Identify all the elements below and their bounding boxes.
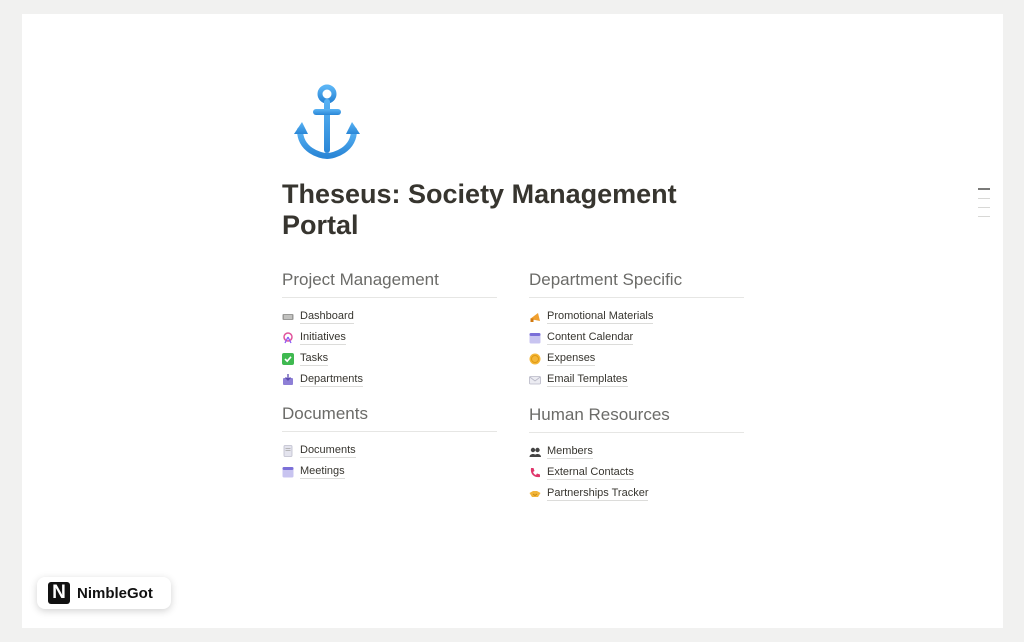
link-label[interactable]: Content Calendar <box>547 331 634 345</box>
calendar-icon <box>529 332 541 344</box>
link-label[interactable]: External Contacts <box>547 466 634 480</box>
link-label[interactable]: Expenses <box>547 352 596 366</box>
telephone-icon <box>529 467 541 479</box>
notion-page: Theseus: Society Management Portal Proje… <box>22 14 1003 628</box>
link-expenses[interactable]: Expenses <box>529 348 744 369</box>
section-documents: Documents Documents Meetings <box>282 404 497 482</box>
link-label[interactable]: Members <box>547 445 593 459</box>
section-heading: Human Resources <box>529 405 744 433</box>
link-label[interactable]: Dashboard <box>300 310 354 324</box>
link-partnerships-tracker[interactable]: Partnerships Tracker <box>529 483 744 504</box>
page-title: Theseus: Society Management Portal <box>282 179 677 240</box>
link-email-templates[interactable]: Email Templates <box>529 369 744 390</box>
link-members[interactable]: Members <box>529 441 744 462</box>
link-label[interactable]: Promotional Materials <box>547 310 654 324</box>
link-promotional-materials[interactable]: Promotional Materials <box>529 306 744 327</box>
toc-line-active[interactable] <box>978 188 990 190</box>
nimblegot-logo: N <box>48 582 70 604</box>
calendar-icon <box>282 466 294 478</box>
anchor-icon[interactable] <box>292 84 362 164</box>
link-label[interactable]: Meetings <box>300 465 345 479</box>
section-department-specific: Department Specific Promotional Material… <box>529 270 744 390</box>
ferris-wheel-icon <box>282 331 294 344</box>
link-label[interactable]: Documents <box>300 444 356 458</box>
link-label[interactable]: Tasks <box>300 352 329 366</box>
link-label[interactable]: Email Templates <box>547 373 628 387</box>
inbox-tray-icon <box>282 373 294 386</box>
link-label[interactable]: Initiatives <box>300 331 346 345</box>
link-label[interactable]: Partnerships Tracker <box>547 487 649 501</box>
toc-line[interactable] <box>978 215 990 217</box>
section-human-resources: Human Resources Members External Contact… <box>529 405 744 504</box>
check-box-icon <box>282 352 294 365</box>
coin-icon <box>529 353 541 365</box>
section-heading: Documents <box>282 404 497 432</box>
envelope-icon <box>529 374 541 386</box>
page-icon <box>282 444 294 457</box>
link-documents[interactable]: Documents <box>282 440 497 461</box>
handshake-icon <box>529 488 541 500</box>
megaphone-icon <box>529 311 541 323</box>
badge-text: NimbleGot <box>77 584 153 602</box>
link-tasks[interactable]: Tasks <box>282 348 497 369</box>
link-label[interactable]: Departments <box>300 373 363 387</box>
keyboard-icon <box>282 311 294 323</box>
link-departments[interactable]: Departments <box>282 369 497 390</box>
people-icon <box>529 446 541 458</box>
link-meetings[interactable]: Meetings <box>282 461 497 482</box>
link-dashboard[interactable]: Dashboard <box>282 306 497 327</box>
toc-line[interactable] <box>978 197 990 199</box>
section-heading: Department Specific <box>529 270 744 298</box>
nimblegot-badge[interactable]: N NimbleGot <box>37 577 171 609</box>
toc-line[interactable] <box>978 206 990 208</box>
link-external-contacts[interactable]: External Contacts <box>529 462 744 483</box>
table-of-contents-indicator[interactable] <box>978 188 990 225</box>
section-project-management: Project Management Dashboard Initiatives… <box>282 270 497 390</box>
link-content-calendar[interactable]: Content Calendar <box>529 327 744 348</box>
section-heading: Project Management <box>282 270 497 298</box>
link-initiatives[interactable]: Initiatives <box>282 327 497 348</box>
